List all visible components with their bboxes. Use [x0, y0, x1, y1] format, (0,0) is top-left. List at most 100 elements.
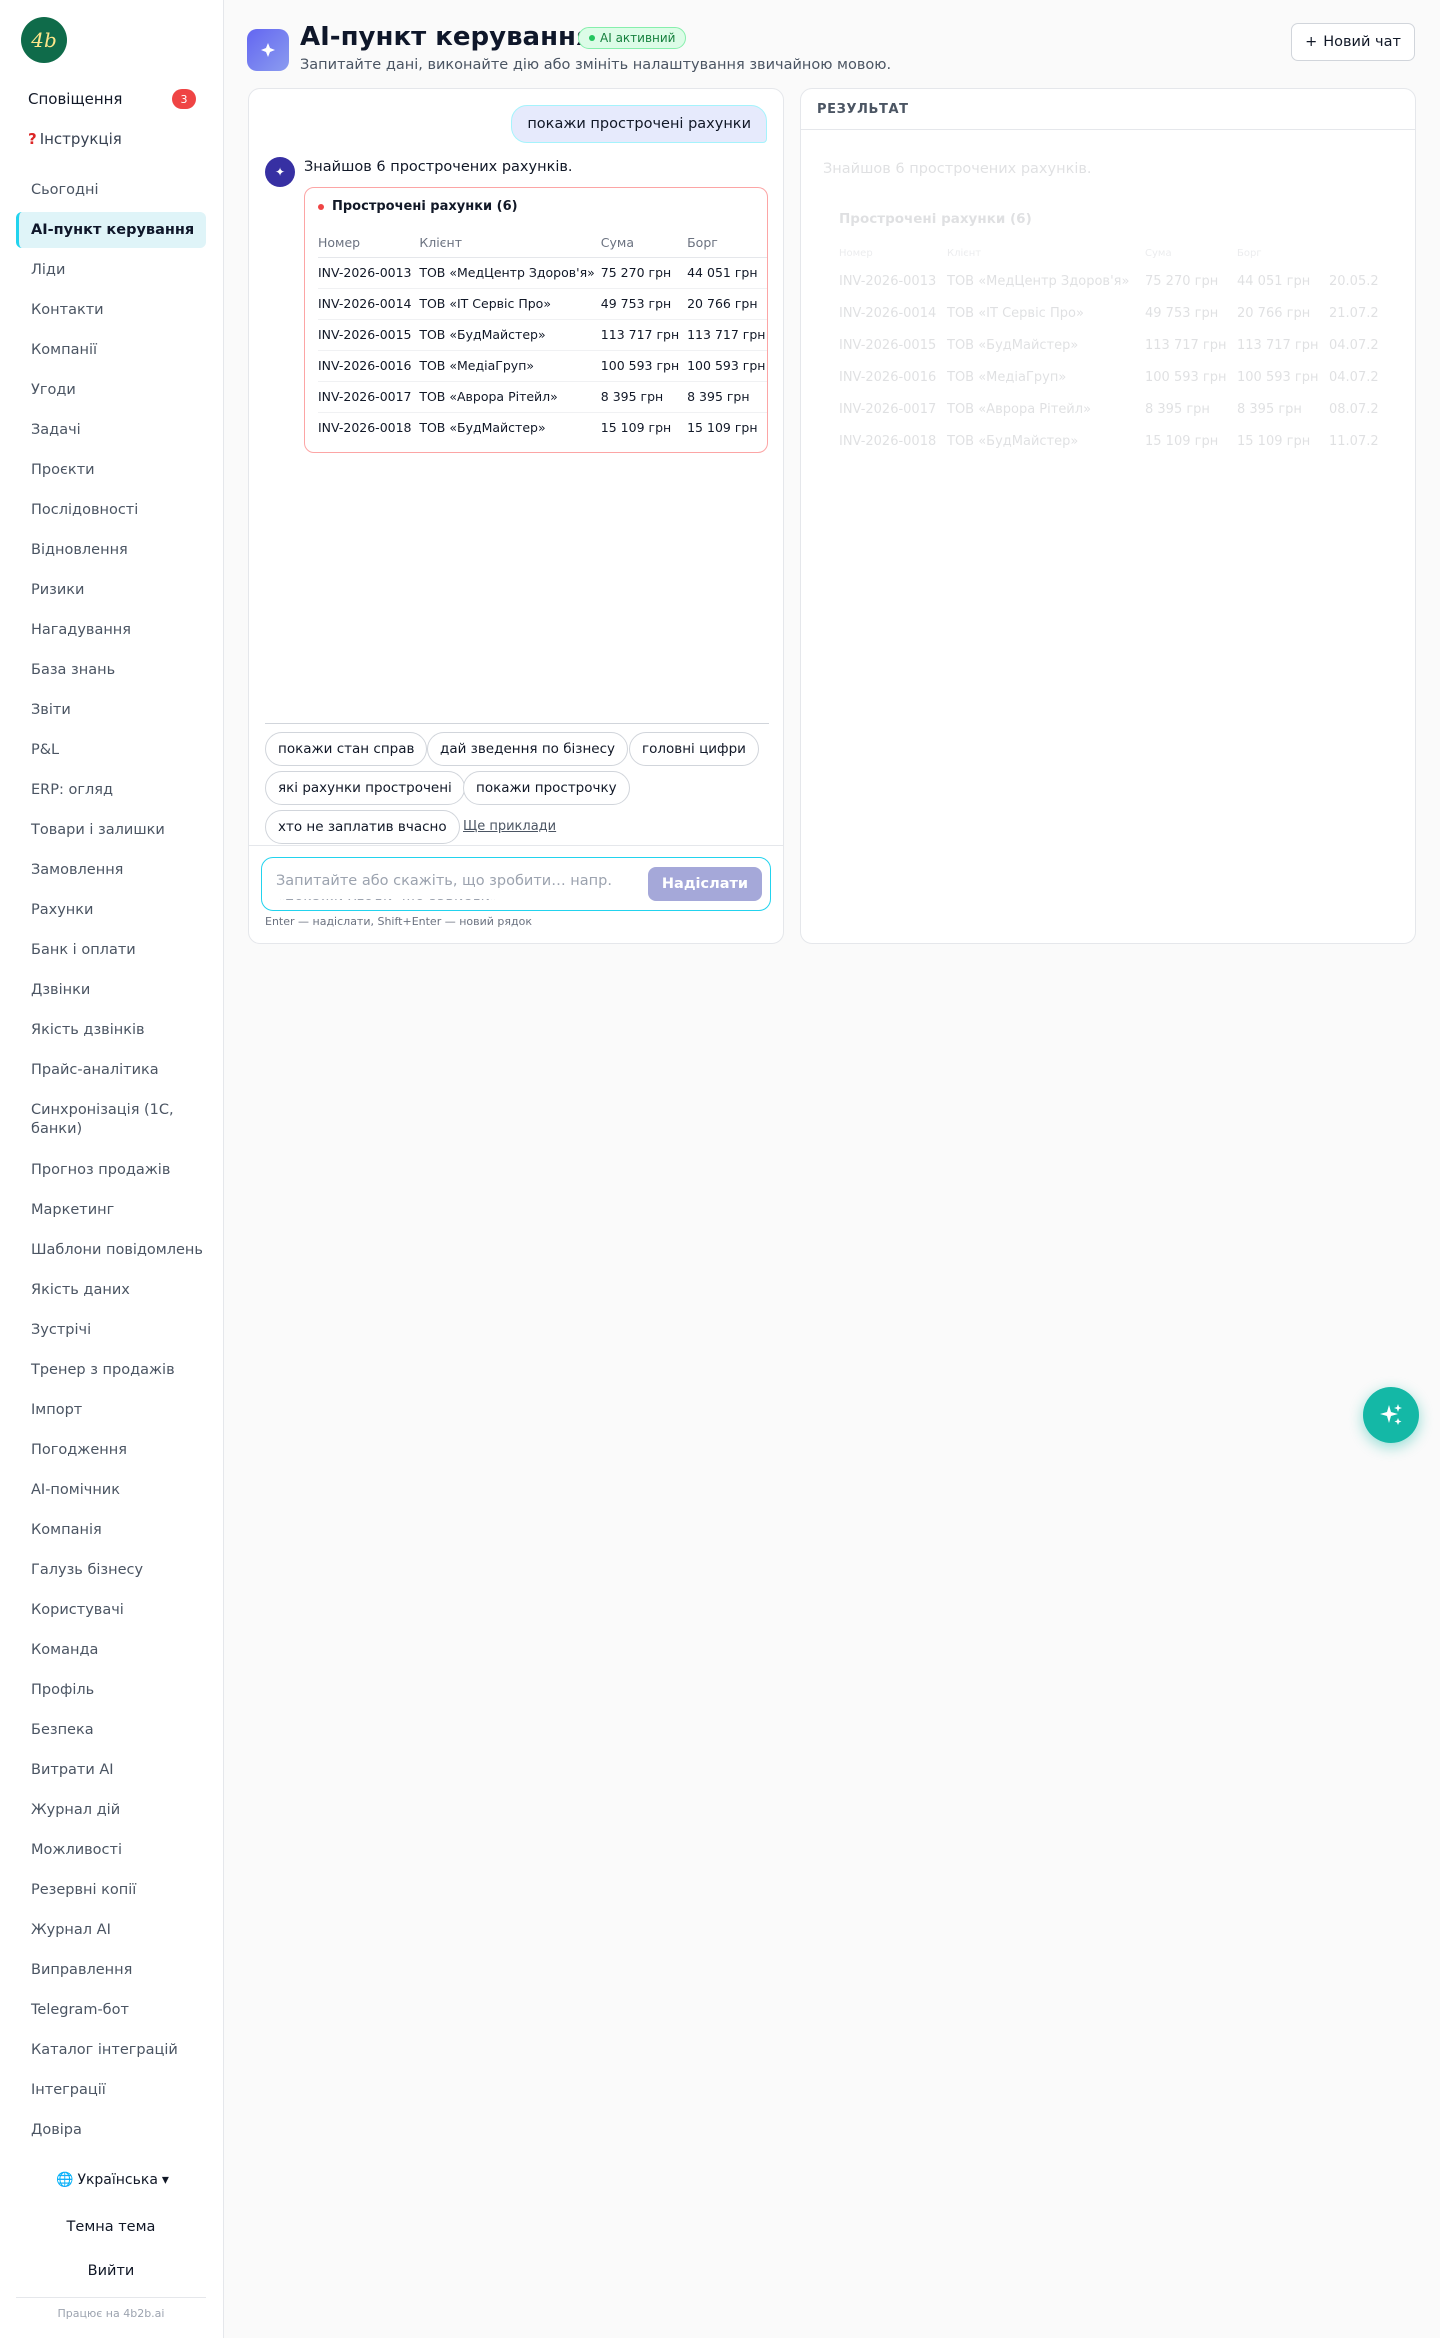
guide-link[interactable]: ? Інструкція [28, 130, 122, 148]
logout-button[interactable]: Вийти [16, 2254, 206, 2288]
ghost-row: INV-2026-0017 ТОВ «Аврора Рітейл» 8 395 гр… [839, 393, 1389, 425]
table-cell: ТОВ «МедЦентр Здоров'я» [419, 257, 601, 289]
input-divider [249, 845, 783, 846]
sidebar-item[interactable]: Угоди [16, 370, 206, 410]
sidebar-item[interactable]: Можливості [16, 1830, 206, 1870]
ghost-cell: 15 109 грн [1237, 433, 1311, 449]
table-row[interactable]: INV-2026-0016 ТОВ «МедіаГруп» 100 593 грн 1… [318, 350, 767, 382]
ghost-cell: INV-2026-0018 [839, 433, 937, 449]
ghost-cell: ТОВ «Аврора Рітейл» [947, 401, 1092, 417]
table-cell: ТОВ «ІТ Сервіс Про» [419, 288, 601, 320]
sidebar-item[interactable]: Зустрічі [16, 1310, 206, 1350]
table-row[interactable]: INV-2026-0014 ТОВ «ІТ Сервіс Про» 49 753 г… [318, 288, 767, 320]
sidebar-item[interactable]: Витрати AI [16, 1750, 206, 1790]
new-chat-button[interactable]: + Новий чат [1291, 23, 1415, 61]
sidebar-item[interactable]: Імпорт [16, 1390, 206, 1430]
sidebar-item[interactable]: Відновлення [16, 530, 206, 570]
sidebar-item[interactable]: Команда [16, 1630, 206, 1670]
send-button[interactable]: Надіслати [648, 867, 762, 901]
ghost-cell: 113 717 грн [1237, 337, 1319, 353]
table-cell: INV-2026-0016 [318, 350, 420, 382]
question-icon: ? [28, 130, 37, 148]
sidebar-item[interactable]: Журнал дій [16, 1790, 206, 1830]
table-row[interactable]: INV-2026-0015 ТОВ «БудМайстер» 113 717 грн… [318, 319, 767, 351]
sidebar-item[interactable]: Безпека [16, 1710, 206, 1750]
suggestion-chip[interactable]: головні цифри [629, 732, 759, 766]
ghost-cell: 8 395 грн [1237, 401, 1302, 417]
sidebar-item[interactable]: Ліди [16, 250, 206, 290]
sidebar-item[interactable]: Прайс-аналітика [16, 1050, 206, 1090]
ghost-cell: ТОВ «ІТ Сервіс Про» [947, 305, 1084, 321]
column-header: Номер [318, 228, 420, 258]
bot-message-text: Знайшов 6 прострочених рахунків. [304, 159, 573, 175]
sidebar-item[interactable]: Telegram-бот [16, 1990, 206, 2030]
sidebar-item[interactable]: Банк і оплати [16, 930, 206, 970]
suggestion-chip[interactable]: хто не заплатив вчасно [265, 810, 460, 844]
table-cell: INV-2026-0015 [318, 319, 420, 351]
suggestion-chip[interactable]: дай зведення по бізнесу [427, 732, 628, 766]
brand-logo[interactable]: 4b [21, 17, 67, 63]
sidebar-item[interactable]: AI-пункт керування [16, 212, 206, 248]
ghost-cell: 49 753 грн [1145, 305, 1219, 321]
ghost-bot-text: Знайшов 6 прострочених рахунків. [823, 161, 1092, 177]
sidebar-item[interactable]: Прогноз продажів [16, 1150, 206, 1190]
sidebar-item[interactable]: Товари і залишки [16, 810, 206, 850]
sidebar-item[interactable]: Компанії [16, 330, 206, 370]
more-examples-link[interactable]: Ще приклади [463, 819, 556, 834]
chat-input[interactable] [276, 870, 636, 900]
sidebar-item[interactable]: Шаблони повідомлень [16, 1230, 206, 1270]
dark-theme-button[interactable]: Темна тема [16, 2210, 206, 2244]
sidebar-item[interactable]: Замовлення [16, 850, 206, 890]
table-header-row: Номер Клієнт Сума Борг [318, 228, 767, 258]
notifications-link[interactable]: Сповіщення 3 [28, 88, 196, 110]
sidebar-item[interactable]: Дзвінки [16, 970, 206, 1010]
sidebar-item[interactable]: Задачі [16, 410, 206, 450]
sidebar-item[interactable]: Користувачі [16, 1590, 206, 1630]
chat-panel: покажи прострочені рахунки ✦ Знайшов 6 п… [248, 88, 784, 944]
notifications-label: Сповіщення [28, 90, 123, 108]
table-row[interactable]: INV-2026-0018 ТОВ «БудМайстер» 15 109 грн 1… [318, 412, 767, 443]
suggestion-chip[interactable]: які рахунки прострочені [265, 771, 465, 805]
sidebar-item[interactable]: База знань [16, 650, 206, 690]
sidebar-item[interactable]: Проєкти [16, 450, 206, 490]
sidebar-item[interactable]: P&L [16, 730, 206, 770]
sidebar-item[interactable]: Послідовності [16, 490, 206, 530]
ghost-cell: INV-2026-0013 [839, 273, 937, 289]
table-cell: 113 717 грн [600, 319, 688, 351]
sidebar-item[interactable]: Маркетинг [16, 1190, 206, 1230]
sidebar-item[interactable]: AI-помічник [16, 1470, 206, 1510]
sidebar-item[interactable]: Галузь бізнесу [16, 1550, 206, 1590]
sidebar-item[interactable]: Журнал AI [16, 1910, 206, 1950]
language-selector[interactable]: 🌐 Українська ▾ [56, 2172, 169, 2188]
sidebar-item[interactable]: Інтеграції [16, 2070, 206, 2110]
sidebar-item[interactable]: Рахунки [16, 890, 206, 930]
sidebar-item[interactable]: Якість дзвінків [16, 1010, 206, 1050]
ghost-header-row: Номер Клієнт Сума Борг [839, 241, 1389, 265]
card-title: Прострочені рахунки (6) [318, 199, 518, 214]
caret-down-icon: ▾ [161, 2172, 169, 2188]
suggestion-chip[interactable]: покажи прострочку [463, 771, 630, 805]
sidebar-item[interactable]: Компанія [16, 1510, 206, 1550]
sidebar-item[interactable]: Звіти [16, 690, 206, 730]
sidebar-item[interactable]: Довіра [16, 2110, 206, 2150]
ai-assistant-fab[interactable] [1363, 1387, 1419, 1443]
sidebar-item[interactable]: ERP: огляд [16, 770, 206, 810]
table-row[interactable]: INV-2026-0013 ТОВ «МедЦентр Здоров'я» 75 2… [318, 257, 767, 289]
sidebar-item[interactable]: Сьогодні [16, 170, 206, 210]
sidebar-item[interactable]: Профіль [16, 1670, 206, 1710]
sidebar-item[interactable]: Резервні копії [16, 1870, 206, 1910]
sidebar-item[interactable]: Нагадування [16, 610, 206, 650]
sidebar-item[interactable]: Каталог інтеграцій [16, 2030, 206, 2070]
table-cell: ТОВ «Аврора Рітейл» [419, 381, 601, 413]
table-row[interactable]: INV-2026-0017 ТОВ «Аврора Рітейл» 8 395 гр… [318, 381, 767, 413]
sidebar-item[interactable]: Погодження [16, 1430, 206, 1470]
sidebar-item[interactable]: Контакти [16, 290, 206, 330]
sidebar-item[interactable]: Ризики [16, 570, 206, 610]
sidebar-item[interactable]: Виправлення [16, 1950, 206, 1990]
suggestion-chip[interactable]: покажи стан справ [265, 732, 428, 766]
sidebar-item[interactable]: Якість даних [16, 1270, 206, 1310]
status-dot-icon [589, 35, 595, 41]
sidebar-item[interactable]: Синхронізація (1С, банки) [16, 1090, 206, 1150]
sidebar-item[interactable]: Тренер з продажів [16, 1350, 206, 1390]
ghost-row: INV-2026-0013 ТОВ «МедЦентр Здоров'я» 75 2… [839, 265, 1389, 297]
